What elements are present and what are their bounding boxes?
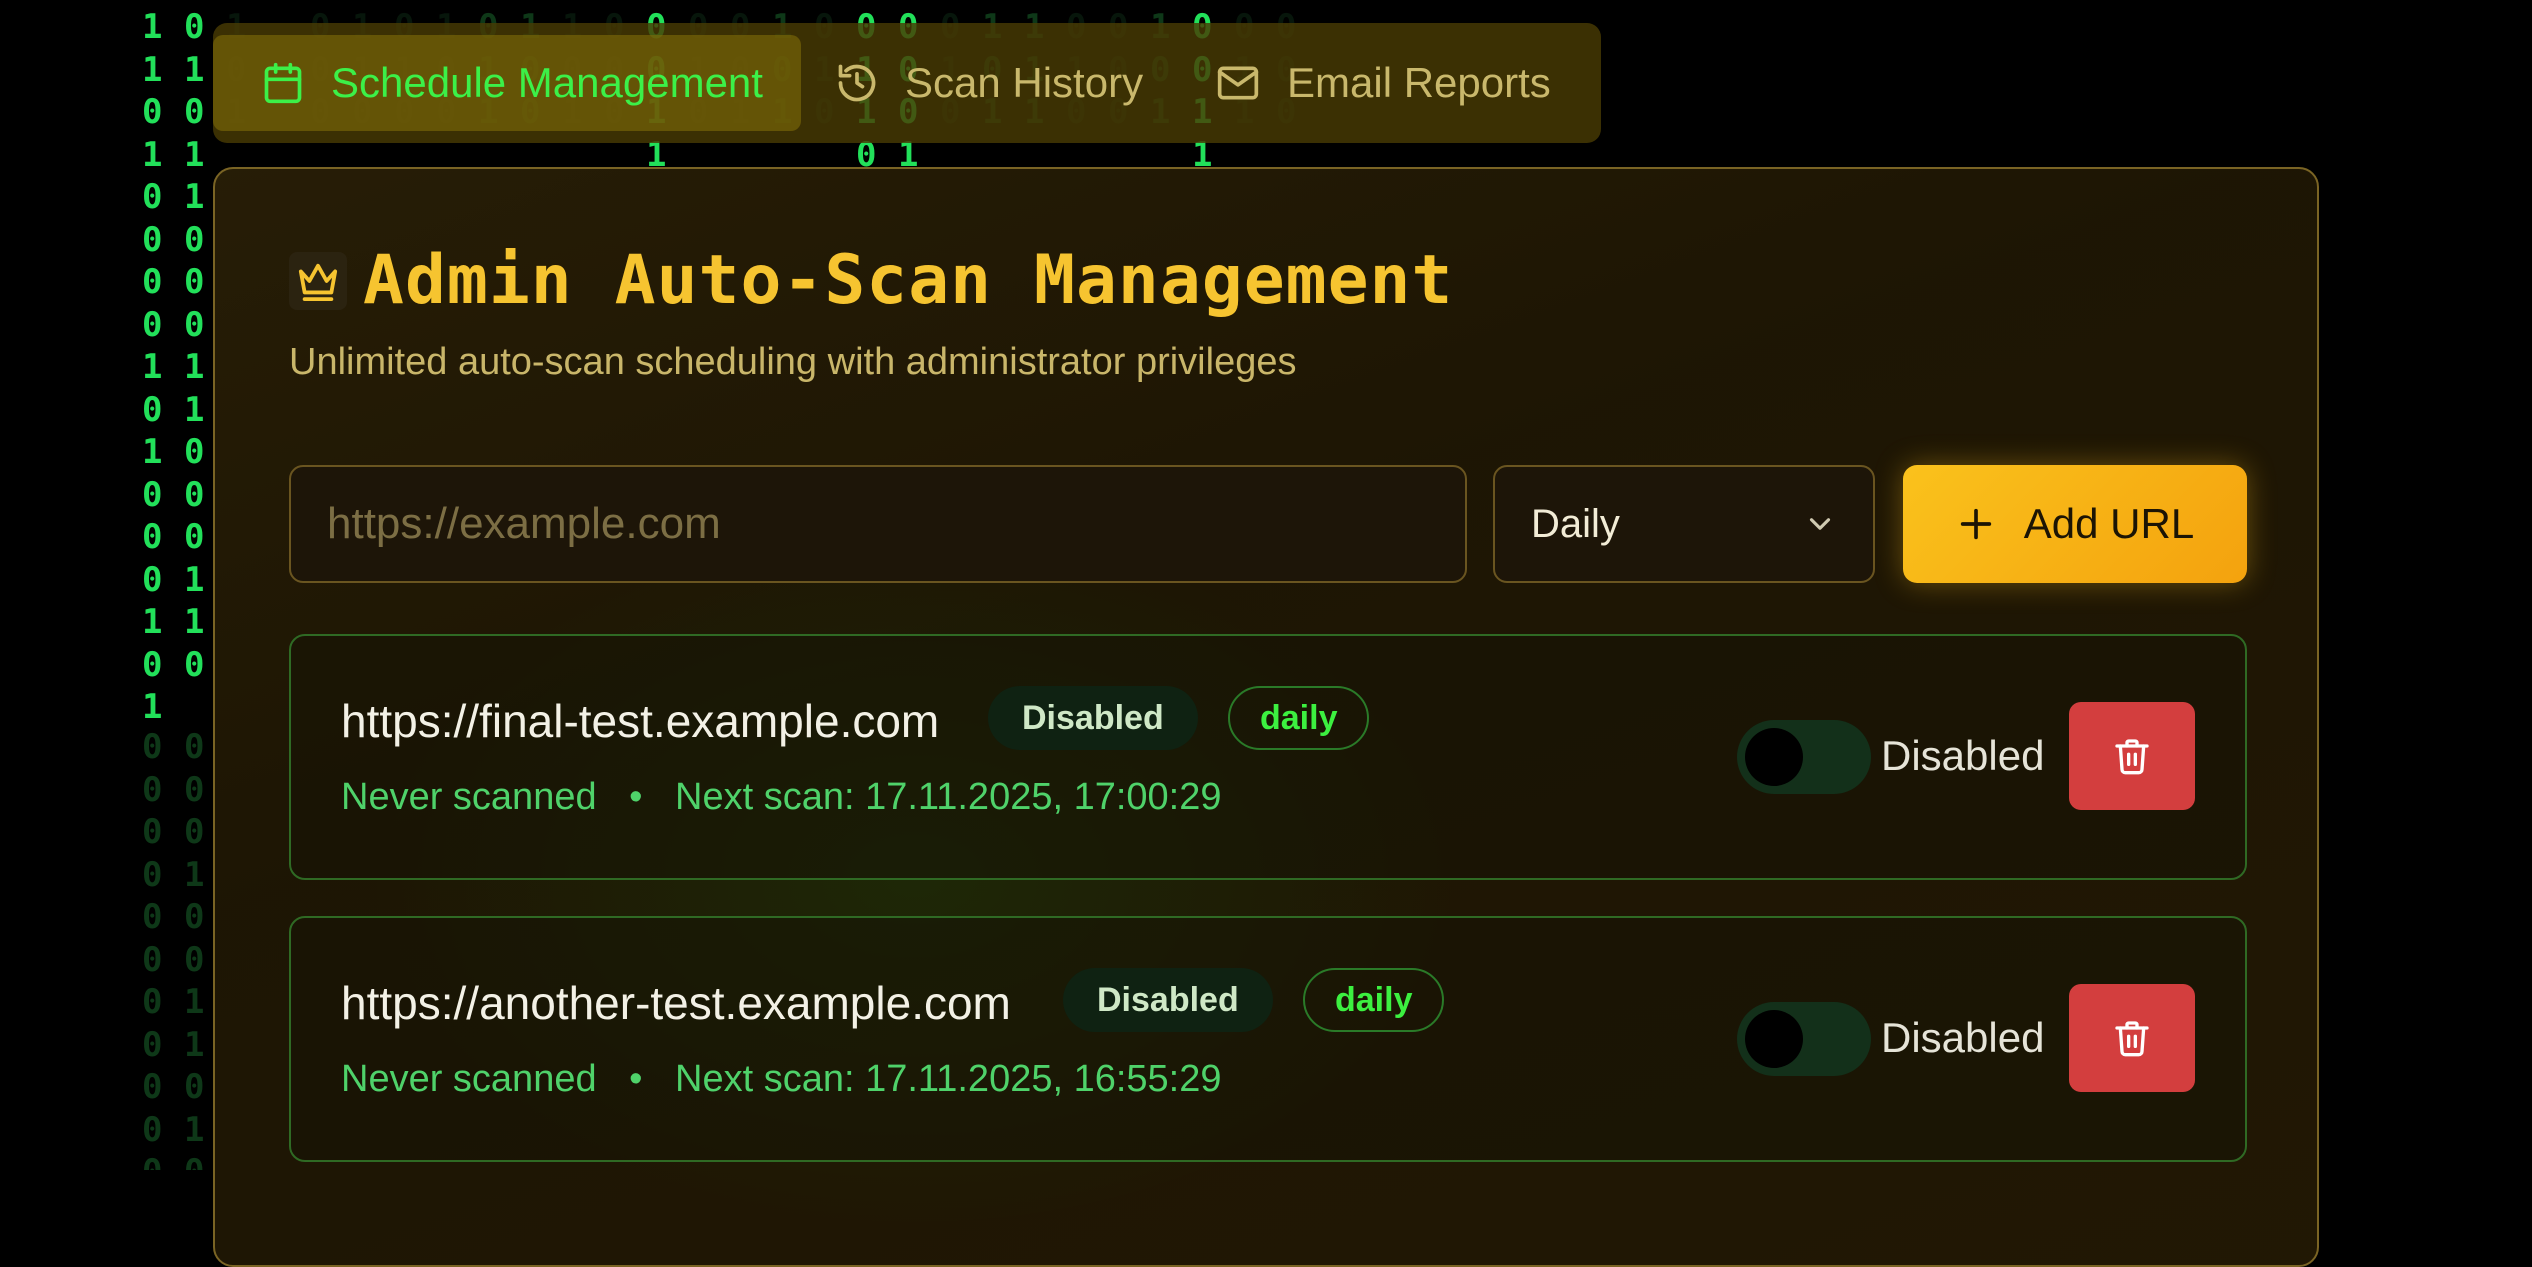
calendar-icon bbox=[264, 62, 302, 104]
schedule-url: https://another-test.example.com bbox=[341, 977, 1011, 1029]
last-scan-text: Never scanned bbox=[341, 1058, 597, 1100]
next-scan-text: Next scan: 17.11.2025, 17:00:29 bbox=[675, 776, 1222, 818]
url-input[interactable] bbox=[289, 465, 1467, 583]
status-badge: Disabled bbox=[1063, 968, 1273, 1032]
last-scan-text: Never scanned bbox=[341, 776, 597, 818]
schedule-url: https://final-test.example.com bbox=[341, 695, 940, 747]
history-icon bbox=[838, 64, 876, 102]
meta-separator: • bbox=[629, 1058, 643, 1100]
enable-toggle[interactable] bbox=[1737, 720, 1871, 794]
frequency-badge: daily bbox=[1303, 968, 1445, 1032]
plus-icon bbox=[1960, 508, 1991, 540]
tab-label: Scan History bbox=[905, 59, 1144, 106]
panel-header: Admin Auto-Scan Management bbox=[289, 241, 1453, 320]
add-url-button[interactable]: Add URL bbox=[1903, 465, 2247, 583]
matrix-column: 0 1 0 1 1 0 0 0 1 1 0 0 0 1 1 0 bbox=[184, 7, 205, 685]
tab-schedule-management[interactable]: Schedule Management bbox=[213, 35, 801, 131]
mail-icon bbox=[1217, 66, 1259, 100]
next-scan-text: Next scan: 17.11.2025, 16:55:29 bbox=[675, 1058, 1222, 1100]
frequency-select[interactable]: Daily bbox=[1493, 465, 1875, 583]
schedule-meta: Never scanned • Next scan: 17.11.2025, 1… bbox=[341, 1058, 1222, 1101]
toggle-knob bbox=[1745, 728, 1803, 786]
page-subtitle: Unlimited auto-scan scheduling with admi… bbox=[289, 341, 1297, 383]
delete-button[interactable] bbox=[2069, 984, 2195, 1092]
toggle-label: Disabled bbox=[1881, 1014, 2045, 1061]
delete-button[interactable] bbox=[2069, 702, 2195, 810]
matrix-column: 1 1 0 1 0 0 0 0 1 0 1 0 0 0 1 0 1 bbox=[142, 7, 163, 727]
frequency-selected-value: Daily bbox=[1531, 501, 1620, 546]
trash-icon bbox=[2115, 739, 2149, 775]
add-url-label: Add URL bbox=[2023, 500, 2195, 547]
frequency-badge: daily bbox=[1228, 686, 1370, 750]
tab-email-reports[interactable]: Email Reports bbox=[1215, 35, 1551, 131]
enable-toggle[interactable] bbox=[1737, 1002, 1871, 1076]
schedule-meta: Never scanned • Next scan: 17.11.2025, 1… bbox=[341, 776, 1222, 819]
crown-icon bbox=[289, 251, 347, 310]
status-badge: Disabled bbox=[988, 686, 1198, 750]
auto-scan-panel: Admin Auto-Scan Management Unlimited aut… bbox=[213, 167, 2319, 1267]
schedule-card: https://final-test.example.com Disabled … bbox=[289, 634, 2247, 880]
matrix-column: 0 0 0 1 0 0 1 1 0 1 0 bbox=[184, 727, 205, 1170]
matrix-column: 0 0 0 0 0 0 0 0 0 0 0 bbox=[142, 727, 163, 1170]
page-title: Admin Auto-Scan Management bbox=[363, 241, 1454, 320]
tab-label: Email Reports bbox=[1287, 59, 1551, 106]
toggle-knob bbox=[1745, 1010, 1803, 1068]
trash-icon bbox=[2115, 1021, 2149, 1057]
tab-scan-history[interactable]: Scan History bbox=[835, 35, 1143, 131]
top-tab-bar: Schedule Management Scan History Email R… bbox=[213, 23, 1601, 143]
chevron-down-icon bbox=[1809, 518, 1831, 530]
toggle-label: Disabled bbox=[1881, 732, 2045, 779]
meta-separator: • bbox=[629, 776, 643, 818]
tab-label: Schedule Management bbox=[331, 59, 763, 106]
schedule-card: https://another-test.example.com Disable… bbox=[289, 916, 2247, 1162]
